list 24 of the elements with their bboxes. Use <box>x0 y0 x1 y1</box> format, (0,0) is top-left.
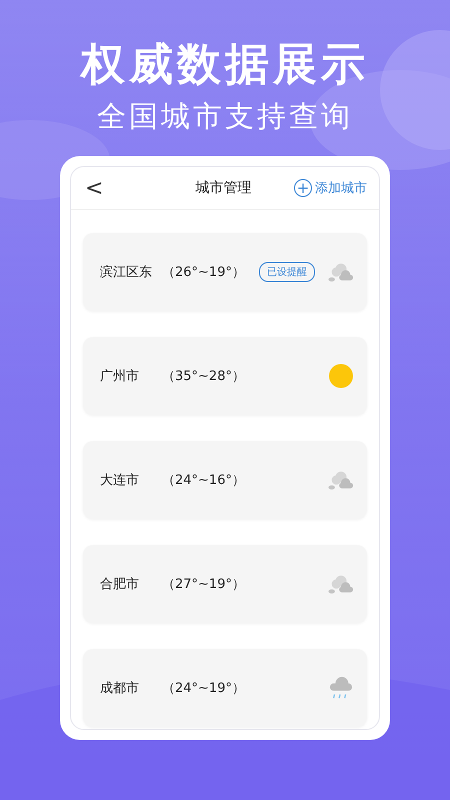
subheadline: 全国城市支持查询 <box>97 98 353 134</box>
sun-icon <box>328 364 354 388</box>
temperature-range: （35°~28°） <box>162 368 245 385</box>
reminder-badge: 已设提醒 <box>258 262 315 282</box>
city-name: 广州市 <box>100 368 140 385</box>
city-card[interactable]: 合肥市 （27°~19°） <box>83 545 367 623</box>
city-card[interactable]: 广州市 （35°~28°） <box>83 337 367 415</box>
temperature-range: （27°~19°） <box>162 576 245 593</box>
city-name: 大连市 <box>100 472 140 489</box>
city-card[interactable]: 大连市 （24°~16°） <box>83 441 367 519</box>
rain-cloud-icon <box>328 676 354 700</box>
back-button[interactable]: < <box>81 176 108 200</box>
city-card[interactable]: 滨江区东 （26°~19°） 已设提醒 <box>83 233 367 311</box>
screen-title: 城市管理 <box>195 179 252 197</box>
temperature-range: （24°~19°） <box>162 680 245 697</box>
temperature-range: （24°~16°） <box>162 472 245 489</box>
plus-icon: + <box>294 179 312 197</box>
city-name: 成都市 <box>100 680 140 697</box>
temperature-range: （26°~19°） <box>162 264 245 281</box>
city-name: 滨江区东 <box>100 264 153 281</box>
add-city-button[interactable]: + 添加城市 <box>294 179 367 197</box>
headline: 权威数据展示 <box>81 38 369 92</box>
city-card[interactable]: 成都市 （24°~19°） <box>83 649 367 727</box>
city-name: 合肥市 <box>100 576 140 593</box>
